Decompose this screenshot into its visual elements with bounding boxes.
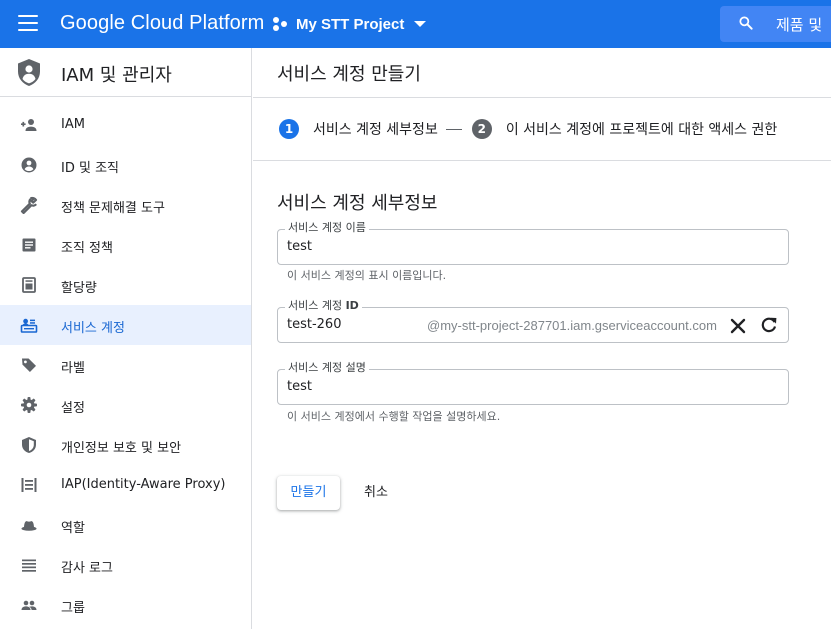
sidebar-item-label: ID 및 조직 bbox=[61, 161, 119, 176]
step-label-1[interactable]: 서비스 계정 세부정보 bbox=[313, 119, 438, 139]
sidebar-item-quotas[interactable]: 할당량 bbox=[0, 265, 251, 305]
quota-icon bbox=[22, 277, 36, 293]
list-icon bbox=[22, 559, 36, 572]
field-label: 서비스 계정 이름 bbox=[285, 221, 369, 235]
top-app-bar: Google Cloud Platform My STT Project 제품 … bbox=[0, 0, 831, 48]
field-value: test bbox=[287, 379, 312, 394]
sidebar-item-label: IAP(Identity-Aware Proxy) bbox=[61, 477, 226, 492]
search-icon bbox=[739, 16, 753, 30]
email-domain-suffix: @my-stt-project-287701.iam.gserviceaccou… bbox=[427, 318, 717, 333]
sidebar-item-labels[interactable]: 라벨 bbox=[0, 345, 251, 385]
sidebar-item-settings[interactable]: 설정 bbox=[0, 385, 251, 425]
project-icon bbox=[272, 16, 288, 32]
sidebar-item-iap[interactable]: IAP(Identity-Aware Proxy) bbox=[0, 465, 251, 505]
brand-title[interactable]: Google Cloud Platform bbox=[60, 12, 264, 35]
field-value: test bbox=[287, 239, 312, 254]
settings-gear-icon bbox=[21, 397, 37, 413]
field-label: 서비스 계정 ID bbox=[285, 299, 362, 313]
iap-icon bbox=[21, 478, 37, 492]
sidebar-item-label: 조직 정책 bbox=[61, 241, 113, 256]
field-hint: 이 서비스 계정에서 수행할 작업을 설명하세요. bbox=[287, 410, 501, 423]
sidebar-item-label: 그룹 bbox=[61, 601, 85, 616]
search-bar[interactable]: 제품 및 bbox=[720, 6, 831, 42]
field-hint: 이 서비스 계정의 표시 이름입니다. bbox=[287, 269, 447, 282]
sidebar-nav: IAM ID 및 조직 정책 문제해결 도구 조직 정책 할당량 서비스 계정 … bbox=[0, 105, 251, 625]
step-number-1: 1 bbox=[279, 119, 299, 139]
sidebar: IAM 및 관리자 IAM ID 및 조직 정책 문제해결 도구 조직 정책 할… bbox=[0, 48, 252, 629]
privacy-shield-icon bbox=[22, 437, 36, 453]
sidebar-item-org-policies[interactable]: 조직 정책 bbox=[0, 225, 251, 265]
sidebar-item-policy-troubleshooter[interactable]: 정책 문제해결 도구 bbox=[0, 185, 251, 225]
sidebar-item-iam[interactable]: IAM bbox=[0, 105, 251, 145]
field-label-bold: ID bbox=[345, 299, 359, 312]
sidebar-item-label: 역할 bbox=[61, 521, 85, 536]
sidebar-item-privacy-security[interactable]: 개인정보 보호 및 보안 bbox=[0, 425, 251, 465]
refresh-icon[interactable] bbox=[759, 315, 779, 335]
divider bbox=[253, 97, 831, 98]
sidebar-item-label: 정책 문제해결 도구 bbox=[61, 201, 165, 216]
project-name: My STT Project bbox=[296, 15, 405, 33]
sidebar-item-service-accounts[interactable]: 서비스 계정 bbox=[0, 305, 251, 345]
service-account-name-field[interactable]: 서비스 계정 이름 test bbox=[277, 221, 789, 265]
sidebar-header: IAM 및 관리자 bbox=[0, 48, 252, 97]
service-account-id-field[interactable]: 서비스 계정 ID test-260 @my-stt-project-28770… bbox=[277, 299, 789, 343]
stepper: 1 서비스 계정 세부정보 2 이 서비스 계정에 프로젝트에 대한 액세스 권… bbox=[279, 118, 777, 140]
sidebar-item-audit-logs[interactable]: 감사 로그 bbox=[0, 545, 251, 585]
search-placeholder: 제품 및 bbox=[776, 16, 823, 34]
divider bbox=[253, 160, 831, 161]
sidebar-item-label: 감사 로그 bbox=[61, 561, 113, 576]
project-selector[interactable]: My STT Project bbox=[272, 10, 427, 38]
sidebar-item-identity-org[interactable]: ID 및 조직 bbox=[0, 145, 251, 185]
caret-down-icon bbox=[414, 21, 427, 27]
sidebar-item-label: IAM bbox=[61, 117, 85, 132]
group-icon bbox=[21, 600, 37, 610]
sidebar-item-label: 할당량 bbox=[61, 281, 97, 296]
field-label-prefix: 서비스 계정 bbox=[288, 299, 346, 312]
section-title: 서비스 계정 세부정보 bbox=[277, 193, 438, 214]
iam-shield-icon bbox=[18, 59, 40, 86]
account-circle-icon bbox=[21, 157, 37, 173]
service-account-icon bbox=[20, 318, 38, 333]
create-button[interactable]: 만들기 bbox=[277, 476, 340, 510]
wrench-icon bbox=[20, 196, 38, 214]
article-icon bbox=[22, 238, 36, 252]
sidebar-item-label: 설정 bbox=[61, 401, 85, 416]
sidebar-item-label: 라벨 bbox=[61, 361, 85, 376]
main-content: 서비스 계정 만들기 1 서비스 계정 세부정보 2 이 서비스 계정에 프로젝… bbox=[253, 48, 831, 629]
hamburger-menu-icon[interactable] bbox=[18, 15, 38, 31]
field-value: test-260 bbox=[287, 317, 342, 332]
page-title: 서비스 계정 만들기 bbox=[277, 64, 421, 85]
cancel-button[interactable]: 취소 bbox=[353, 476, 399, 510]
close-icon[interactable] bbox=[728, 316, 748, 336]
roles-hat-icon bbox=[21, 521, 37, 531]
step-number-2: 2 bbox=[471, 119, 492, 139]
field-label: 서비스 계정 설명 bbox=[285, 361, 369, 375]
step-connector bbox=[445, 128, 462, 130]
sidebar-item-roles[interactable]: 역할 bbox=[0, 505, 251, 545]
sidebar-title: IAM 및 관리자 bbox=[61, 65, 172, 86]
label-tag-icon bbox=[22, 358, 36, 372]
sidebar-item-groups[interactable]: 그룹 bbox=[0, 585, 251, 625]
person-add-icon bbox=[21, 119, 37, 131]
service-account-description-field[interactable]: 서비스 계정 설명 test bbox=[277, 361, 789, 405]
sidebar-item-label: 서비스 계정 bbox=[61, 321, 125, 336]
step-label-2[interactable]: 이 서비스 계정에 프로젝트에 대한 액세스 권한 bbox=[506, 119, 777, 139]
sidebar-item-label: 개인정보 보호 및 보안 bbox=[61, 441, 182, 456]
